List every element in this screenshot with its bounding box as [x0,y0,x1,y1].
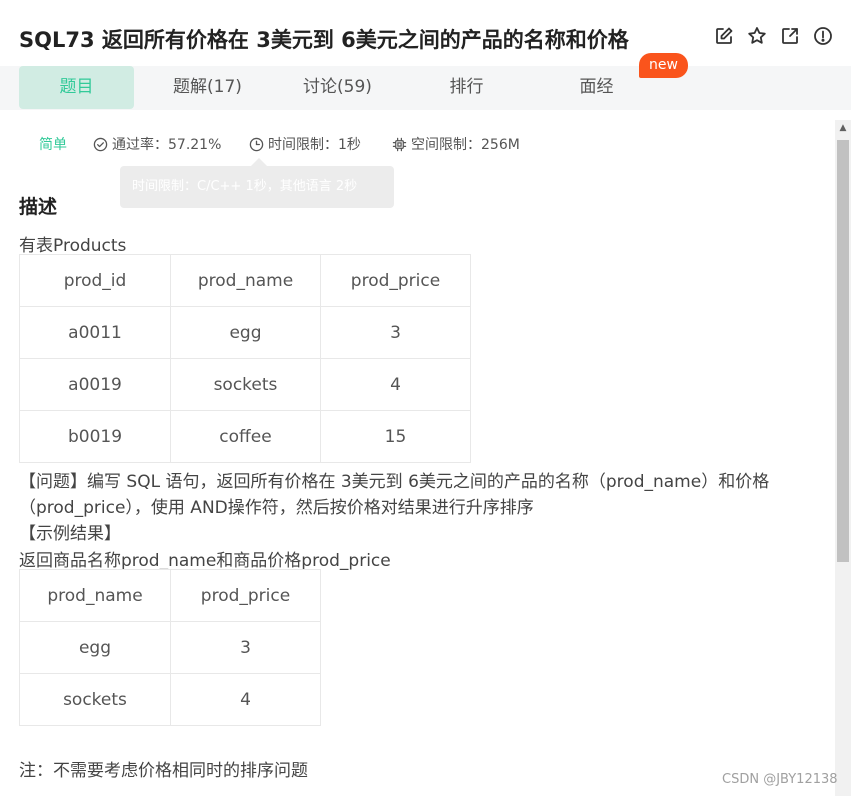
table-cell: coffee [170,410,321,463]
new-badge: new [639,53,688,78]
table-intro: 有表Products [19,236,127,256]
tab-bar: 题目 题解(17) 讨论(59) 排行 面经 [0,66,851,110]
table-row: egg 3 [19,621,321,674]
scroll-up-arrow-icon[interactable]: ▲ [835,122,851,134]
pass-rate-text: 通过率：57.21% [112,137,222,153]
external-link-icon[interactable] [780,26,800,46]
edit-icon[interactable] [714,26,734,46]
tab-ranking[interactable]: 排行 [409,66,524,109]
table-cell: a0019 [19,358,171,411]
tab-discussion[interactable]: 讨论(59) [280,66,395,109]
table-cell: 4 [170,673,321,726]
time-limit[interactable]: 时间限制：1秒 [249,134,361,154]
table-cell: egg [170,306,321,359]
scrollbar[interactable]: ▲ [835,120,851,796]
table-header-cell: prod_name [170,254,321,307]
tab-solutions[interactable]: 题解(17) [150,66,265,109]
table-cell: b0019 [19,410,171,463]
example-intro: 返回商品名称prod_name和商品价格prod_price [19,551,391,571]
products-table: prod_id prod_name prod_price a0011 egg 3… [19,254,471,463]
watermark: CSDN @JBY12138 [722,772,838,787]
table-cell: a0011 [19,306,171,359]
note-text: 注：不需要考虑价格相同时的排序问题 [19,761,308,781]
description-heading: 描述 [19,196,58,218]
table-header-cell: prod_price [320,254,471,307]
example-heading: 【示例结果】 [19,524,121,544]
table-cell: 3 [170,621,321,674]
table-cell: egg [19,621,171,674]
tooltip-arrow [251,158,267,166]
tab-interview[interactable]: 面经 [539,66,654,109]
difficulty-label: 简单 [39,137,67,153]
table-cell: 4 [320,358,471,411]
scrollbar-thumb[interactable] [837,140,849,562]
tab-problem[interactable]: 题目 [19,66,134,109]
question-line-1: 【问题】编写 SQL 语句，返回所有价格在 3美元到 6美元之间的产品的名称（p… [19,472,770,492]
problem-page: SQL73 返回所有价格在 3美元到 6美元之间的产品的名称和价格 题目 题解(… [0,0,851,796]
chip-icon [392,137,407,151]
table-header-cell: prod_id [19,254,171,307]
table-row: b0019 coffee 15 [19,410,471,463]
question-line-2: （prod_price），使用 AND操作符，然后按价格对结果进行升序排序 [19,498,534,518]
problem-title: SQL73 返回所有价格在 3美元到 6美元之间的产品的名称和价格 [19,28,629,52]
time-limit-text: 时间限制：1秒 [268,137,361,153]
table-row: sockets 4 [19,673,321,726]
table-cell: 15 [320,410,471,463]
star-icon[interactable] [747,26,767,46]
header-actions [714,26,833,46]
table-header-cell: prod_price [170,569,321,622]
table-header-row: prod_name prod_price [19,569,321,622]
memory-limit-text: 空间限制：256M [411,137,520,153]
table-header-row: prod_id prod_name prod_price [19,254,471,307]
clock-icon [249,137,264,151]
table-row: a0019 sockets 4 [19,358,471,411]
pass-rate: 通过率：57.21% [93,134,221,154]
table-cell: 3 [320,306,471,359]
table-header-cell: prod_name [19,569,171,622]
info-icon[interactable] [813,26,833,46]
check-circle-icon [93,137,108,151]
result-table: prod_name prod_price egg 3 sockets 4 [19,569,321,726]
table-row: a0011 egg 3 [19,306,471,359]
table-cell: sockets [19,673,171,726]
problem-header: SQL73 返回所有价格在 3美元到 6美元之间的产品的名称和价格 [0,0,851,66]
time-limit-tooltip: 时间限制：C/C++ 1秒，其他语言 2秒 [120,166,394,208]
memory-limit: 空间限制：256M [392,134,520,154]
table-cell: sockets [170,358,321,411]
